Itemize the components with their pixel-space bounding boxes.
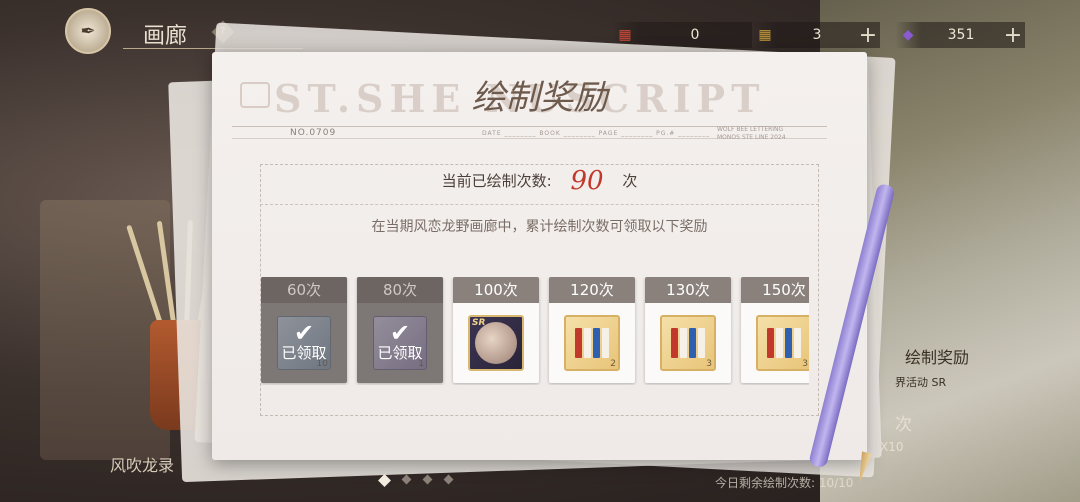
reward-card-130[interactable]: 130次 3: [645, 277, 731, 383]
reward-card-label: 80次: [357, 277, 443, 303]
claimed-overlay: ✔ 已领取: [357, 303, 443, 383]
add-ticket-button[interactable]: +: [856, 23, 880, 48]
page-title: 画廊: [143, 24, 188, 49]
claimed-label: 已领取: [281, 343, 327, 362]
draw-count-unit: 次: [622, 172, 638, 190]
claimed-label: 已领取: [377, 343, 423, 362]
content-divider: [260, 204, 819, 205]
reward-card-100[interactable]: 100次 SR: [453, 277, 539, 383]
paint-tube-icon: 3: [660, 315, 716, 371]
reward-card-120[interactable]: 120次 2: [549, 277, 635, 383]
character-portrait: [475, 322, 517, 364]
reward-qty: 3: [802, 359, 808, 369]
background-times-label: 次: [895, 415, 912, 435]
diamond-icon: ◆: [902, 27, 914, 43]
page-dot-3[interactable]: [422, 474, 433, 485]
page-dot-4[interactable]: [443, 474, 454, 485]
paint-tube-icon: 3: [756, 315, 809, 371]
background-right-label: 绘制奖励: [905, 348, 970, 367]
panel-title: 绘制奖励: [471, 78, 608, 118]
serial-number: NO.0709: [290, 128, 337, 138]
checkmark-icon: ✔: [389, 318, 411, 347]
draw-count-row: 当前已绘制次数: 90 次: [212, 166, 867, 196]
currency-gold-ticket: ▦ 3 +: [752, 22, 880, 48]
paint-tube-icon: 2: [564, 315, 620, 371]
back-button[interactable]: ✒: [65, 8, 111, 54]
form-fields-text: DATE ________ BOOK ________ PAGE _______…: [482, 130, 711, 137]
reward-panel: ST.SHE NUSCRIPT 绘制奖励 NO.0709 DATE ______…: [212, 52, 867, 460]
page-dot-1[interactable]: [378, 474, 391, 487]
quill-emblem-icon: ✒: [80, 20, 96, 42]
reward-card-label: 120次: [549, 277, 635, 303]
currency-gold-ticket-value: 3: [812, 27, 822, 43]
reward-description: 在当期风恋龙野画廊中，累计绘制次数可领取以下奖励: [371, 219, 708, 235]
reward-card-label: 150次: [741, 277, 809, 303]
draw-count-label: 当前已绘制次数:: [441, 172, 552, 190]
draw-count-value: 90: [570, 166, 604, 196]
reward-card-label: 100次: [453, 277, 539, 303]
reward-card-80[interactable]: 80次 1 ✔ 已领取: [357, 277, 443, 383]
reward-card-label: 130次: [645, 277, 731, 303]
currency-ticket-value: 0: [690, 27, 700, 43]
ssr-character-card-icon: SR: [468, 315, 524, 371]
background-x10-label: X10: [880, 440, 904, 454]
paint-ticket-gold-icon: ▦: [758, 27, 772, 43]
form-right-text: WOLF BEE LETTERING MONOS STE LINE 2024: [717, 126, 786, 141]
page-dot-2[interactable]: [401, 474, 412, 485]
add-diamond-button[interactable]: +: [1001, 23, 1025, 48]
claimed-overlay: ✔ 已领取: [261, 303, 347, 383]
reward-qty: 2: [610, 359, 616, 369]
reward-card-label: 60次: [261, 277, 347, 303]
page-indicator: [378, 474, 454, 487]
currency-diamond-value: 351: [947, 27, 975, 43]
ssr-badge-icon: SR: [472, 318, 486, 328]
background-right-sublabel: 界活动 SR: [895, 376, 947, 389]
reward-card-150[interactable]: 150次 3: [741, 277, 809, 383]
checkmark-icon: ✔: [293, 318, 315, 347]
currency-diamond: ◆ 351 +: [895, 22, 1025, 48]
reward-card-60[interactable]: 60次 10 ✔ 已领取: [261, 277, 347, 383]
reward-list: 60次 10 ✔ 已领取 80次 1 ✔ 已领取 100次 SR 120次 2 …: [261, 277, 809, 385]
reward-qty: 3: [706, 359, 712, 369]
